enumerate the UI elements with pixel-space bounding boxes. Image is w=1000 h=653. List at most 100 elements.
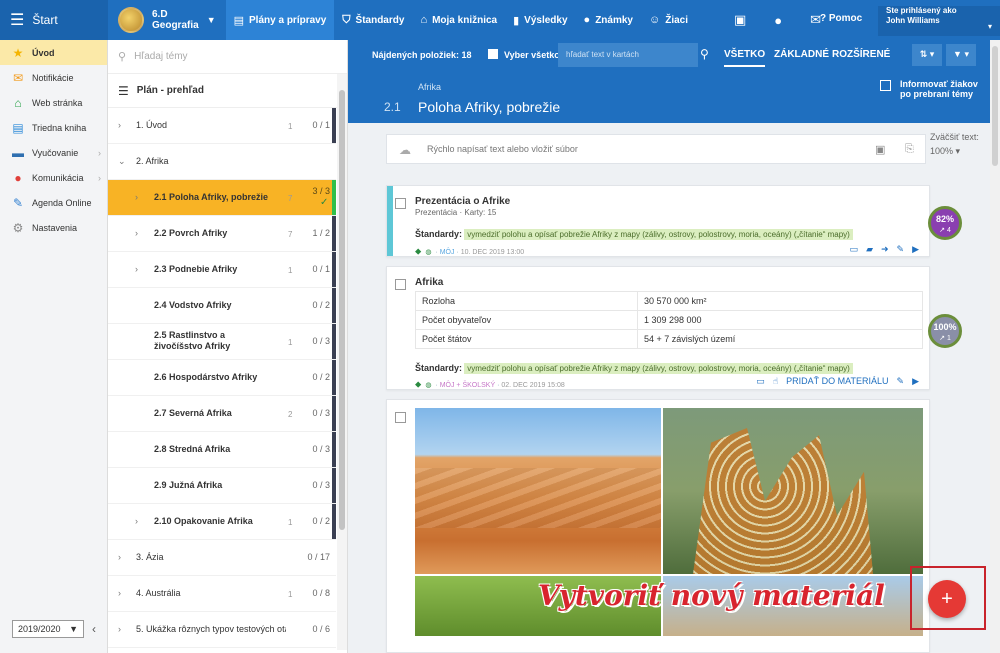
sidebar-item-notifikacie[interactable]: ✉ Notifikácie xyxy=(0,65,107,90)
help-link[interactable]: ? Pomoc xyxy=(820,13,862,24)
add-material-button[interactable]: + xyxy=(928,580,966,618)
topic-item[interactable]: 2.5 Rastlinstvo a živočíšstvo Afriky 1 0 /… xyxy=(108,324,336,360)
topic-item[interactable]: › 3. Ázia 0 / 17 xyxy=(108,540,336,576)
folder-icon[interactable]: ▰ xyxy=(866,244,873,254)
sidebar-item-uvod[interactable]: ★ Úvod xyxy=(0,40,107,65)
giraffes-image[interactable] xyxy=(663,408,923,574)
topic-item[interactable]: 2.9 Južná Afrika 0 / 3 xyxy=(108,468,336,504)
notebook-icon: ▤ xyxy=(12,120,24,135)
nav-results[interactable]: ▮ Výsledky xyxy=(505,0,575,40)
add-to-material-button[interactable]: PRIDAŤ DO MATERIÁLU xyxy=(786,376,888,386)
card-presentation[interactable]: Prezentácia o Afrike Prezentácia · Karty… xyxy=(386,185,930,257)
tab-basic[interactable]: ZÁKLADNÉ xyxy=(774,49,829,60)
grade-icon: ● xyxy=(583,14,591,26)
inform-label: Informovať žiakov po prebraní témy xyxy=(900,79,978,99)
chevron-down-icon: ⌄ xyxy=(118,156,126,166)
nav-grades[interactable]: ● Známky xyxy=(576,0,641,40)
thumb-icon[interactable]: ☝ xyxy=(773,376,778,386)
screen-icon[interactable]: ▣ xyxy=(734,12,746,28)
topic-item[interactable]: › 2.10 Opakovanie Afrika 1 0 / 2 xyxy=(108,504,336,540)
cast-icon[interactable]: ▭ xyxy=(850,244,859,254)
chevron-right-icon: › xyxy=(135,264,138,274)
bars-icon: ▮ xyxy=(513,14,520,27)
nav-plans[interactable]: ▤ Plány a prípravy xyxy=(225,0,335,40)
card-images[interactable] xyxy=(386,399,930,653)
chevron-right-icon: › xyxy=(118,120,121,130)
select-all-label[interactable]: Vyber všetko xyxy=(504,50,560,60)
mail-icon: ✉ xyxy=(12,70,24,85)
topics-scrollbar[interactable] xyxy=(337,74,347,650)
students-icon: ☺ xyxy=(649,14,661,26)
topic-item[interactable]: › 1. Úvod 1 0 / 1 xyxy=(108,108,336,144)
tag-icon[interactable]: ⬥ xyxy=(415,246,421,256)
desert-image[interactable] xyxy=(415,408,661,574)
year-select[interactable]: 2019/2020 ▼ xyxy=(12,620,84,638)
pen-icon: ✎ xyxy=(12,195,24,210)
tab-all[interactable]: VŠETKO xyxy=(724,49,766,67)
chat-icon: ● xyxy=(14,170,22,185)
edit-icon[interactable]: ✎ xyxy=(897,244,905,254)
result-badge[interactable]: 100% ↗ 1 xyxy=(928,314,962,348)
sidebar-item-triedna-kniha[interactable]: ▤ Triedna kniha xyxy=(0,115,107,140)
play-icon[interactable]: ▶ xyxy=(912,244,919,254)
topic-item[interactable]: ⌄ 2. Afrika xyxy=(108,144,336,180)
sidebar-item-vyucovanie[interactable]: ▬ Vyučovanie › xyxy=(0,140,107,165)
start-button[interactable]: ☰ Štart xyxy=(0,0,108,40)
chevron-right-icon: › xyxy=(135,516,138,526)
sidebar-item-agenda[interactable]: ✎ Agenda Online xyxy=(0,190,107,215)
nav-students[interactable]: ☺ Žiaci xyxy=(641,0,696,40)
topic-item-active[interactable]: › 2.1 Poloha Afriky, pobrežie 7 3 / 3 ✓ xyxy=(108,180,336,216)
inform-checkbox[interactable] xyxy=(880,80,891,91)
card-standards: Štandardy: vymedziť polohu a opísať pobr… xyxy=(415,229,853,240)
card-africa-table[interactable]: Afrika Rozloha 30 570 000 km² Počet obyva… xyxy=(386,266,930,390)
edit-icon[interactable]: ✎ xyxy=(897,376,905,386)
topic-item[interactable]: 2.7 Severná Afrika 2 0 / 3 xyxy=(108,396,336,432)
table-row: Počet štátov 54 + 7 závislých území xyxy=(415,329,923,349)
card-title: Prezentácia o Afrike xyxy=(415,196,511,207)
filter-button[interactable]: ▼ ▾ xyxy=(946,44,976,66)
card-checkbox[interactable] xyxy=(395,412,406,423)
content-scrollbar[interactable] xyxy=(990,40,1000,653)
sort-button[interactable]: ⇅ ▾ xyxy=(912,44,942,66)
sidebar-item-web[interactable]: ⌂ Web stránka xyxy=(0,90,107,115)
sidebar-item-nastavenia[interactable]: ⚙ Nastavenia xyxy=(0,215,107,240)
topic-item[interactable]: ›5. Ukážka rôznych typov testových otázo… xyxy=(108,612,336,648)
chat-icon[interactable]: ● xyxy=(774,13,782,28)
class-selector[interactable]: 6.D Geografia ▼ xyxy=(108,0,226,40)
globe-icon: ◍ xyxy=(425,249,432,256)
zoom-control[interactable]: Zväčšiť text: 100% ▾ xyxy=(930,130,979,158)
chevron-right-icon: › xyxy=(118,624,121,634)
topic-item[interactable]: › 2.3 Podnebie Afriky 1 0 / 1 xyxy=(108,252,336,288)
tab-extended[interactable]: ROZŠÍRENÉ xyxy=(832,49,890,60)
play-icon[interactable]: ▶ xyxy=(912,376,919,386)
tag-icon[interactable]: ⬥ xyxy=(415,379,421,389)
sidebar-item-komunikacia[interactable]: ● Komunikácia › xyxy=(0,165,107,190)
found-count: Nájdených položiek: 18 xyxy=(372,50,472,60)
topic-item[interactable]: 2.4 Vodstvo Afriky 0 / 2 xyxy=(108,288,336,324)
image-icon[interactable]: ▣ xyxy=(875,143,885,156)
plan-overview[interactable]: ☰ Plán - prehľad xyxy=(108,74,347,108)
topic-item[interactable]: 2.6 Hospodárstvo Afriky 0 / 2 xyxy=(108,360,336,396)
result-badge[interactable]: 82% ↗ 4 xyxy=(928,206,962,240)
nav-library[interactable]: ⌂ Moja knižnica xyxy=(412,0,505,40)
select-all-checkbox[interactable] xyxy=(488,49,498,59)
topic-item[interactable]: › 2.2 Povrch Afriky 7 1 / 2 xyxy=(108,216,336,252)
caret-down-icon: ▼ xyxy=(206,15,216,25)
topic-search-input[interactable]: ⚲ Hľadaj témy xyxy=(108,40,347,74)
search-icon[interactable]: ⚲ xyxy=(700,47,709,61)
topic-item[interactable]: › 4. Austrália 1 0 / 8 xyxy=(108,576,336,612)
user-menu[interactable]: Ste prihlásený ako John Williams ▾ xyxy=(878,6,1000,36)
topic-item[interactable]: 2.8 Stredná Afrika 0 / 3 xyxy=(108,432,336,468)
table-row: Rozloha 30 570 000 km² xyxy=(415,291,923,311)
cast-icon[interactable]: ▭ xyxy=(756,376,765,386)
collapse-sidebar-icon[interactable]: ‹ xyxy=(92,622,96,636)
nav-standards[interactable]: ⛉ Štandardy xyxy=(334,0,412,40)
card-checkbox[interactable] xyxy=(395,198,406,209)
share-icon[interactable]: ➜ xyxy=(881,244,889,254)
book-icon: ▤ xyxy=(233,14,245,27)
topic-parent: Afrika xyxy=(418,82,442,92)
card-checkbox[interactable] xyxy=(395,279,406,290)
quick-post-input[interactable]: ☁ Rýchlo napísať text alebo vložiť súbor… xyxy=(386,134,926,164)
card-search-input[interactable]: hľadať text v kartách xyxy=(558,43,698,67)
paperclip-icon[interactable]: ⎘ xyxy=(905,143,914,156)
